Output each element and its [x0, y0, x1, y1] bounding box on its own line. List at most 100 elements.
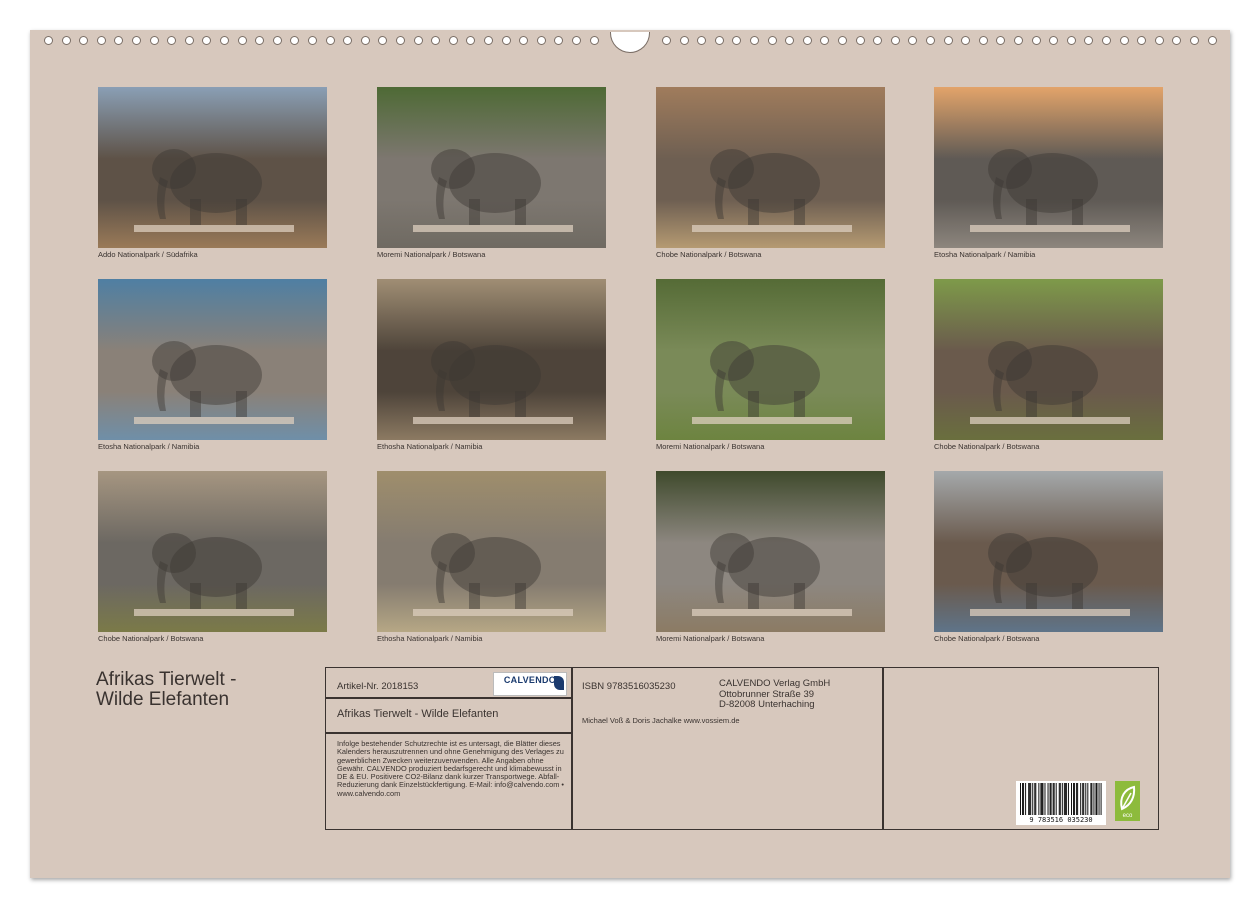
elephant-photo — [934, 471, 1163, 632]
photo-caption: Etosha Nationalpark / Namibia — [934, 250, 1036, 259]
barcode-bar — [1090, 783, 1092, 815]
photo-caption: Chobe Nationalpark / Botswana — [656, 250, 762, 259]
barcode-bar — [1077, 783, 1079, 815]
authors: Michael Voß & Doris Jachalke www.vossiem… — [582, 716, 740, 725]
binding-hole — [220, 36, 229, 45]
binding-hole — [1137, 36, 1147, 45]
elephant-photo — [656, 87, 885, 248]
calendar-sheet: Addo Nationalpark / Südafrika Moremi Nati… — [30, 30, 1230, 878]
barcode-bar — [1095, 783, 1097, 815]
elephant-photo — [377, 279, 606, 440]
barcode-bar — [1028, 783, 1030, 815]
barcode-bar — [1065, 783, 1067, 815]
barcode-bar — [1032, 783, 1034, 815]
binding-hole — [149, 36, 159, 45]
binding-hole — [79, 36, 89, 45]
watermark-strip — [692, 417, 852, 424]
barcode-bar — [1042, 783, 1044, 815]
elephant-silhouette-icon — [152, 533, 262, 609]
barcode-bar — [1059, 783, 1061, 815]
binding-hole — [1049, 36, 1059, 45]
binding-hole — [908, 36, 918, 45]
binding-hole — [202, 36, 212, 45]
barcode: 9 783516 035230 — [1016, 781, 1106, 825]
product-title: Afrikas Tierwelt - Wilde Elefanten — [337, 708, 499, 720]
elephant-photo — [98, 471, 327, 632]
barcode-bar — [1093, 783, 1095, 815]
barcode-bar — [1087, 783, 1089, 815]
binding-hole — [466, 36, 476, 45]
photo-caption: Moremi Nationalpark / Botswana — [656, 442, 765, 451]
photo-caption: Addo Nationalpark / Südafrika — [98, 250, 198, 259]
binding-hole — [714, 36, 724, 45]
watermark-strip — [692, 609, 852, 616]
elephant-silhouette-icon — [431, 533, 541, 609]
watermark-strip — [970, 225, 1130, 232]
binding-hole — [325, 36, 335, 45]
barcode-bar — [1029, 783, 1031, 815]
binding-hole — [1190, 36, 1199, 45]
elephant-photo — [934, 87, 1163, 248]
binding-hole — [96, 36, 106, 45]
binding-hole — [431, 36, 441, 45]
elephant-photo — [98, 87, 327, 248]
binding-hole — [1031, 36, 1041, 45]
watermark-strip — [413, 225, 573, 232]
isbn: ISBN 9783516035230 — [582, 681, 676, 692]
barcode-bar — [1083, 783, 1085, 815]
divider-h2 — [326, 732, 572, 734]
barcode-bar — [1073, 783, 1075, 815]
binding-hole — [484, 36, 493, 45]
binding-hole — [519, 36, 529, 45]
barcode-bar — [1050, 783, 1052, 815]
watermark-strip — [413, 609, 573, 616]
binding-hole — [785, 36, 795, 45]
watermark-strip — [970, 417, 1130, 424]
binding-hole — [132, 36, 141, 45]
watermark-strip — [970, 609, 1130, 616]
binding-hole — [114, 36, 124, 45]
title-line-2: Wilde Elefanten — [96, 689, 230, 710]
elephant-photo — [377, 87, 606, 248]
watermark-strip — [134, 417, 294, 424]
barcode-bar — [1052, 783, 1054, 815]
eco-label: eco — [1122, 813, 1133, 819]
barcode-bar — [1035, 783, 1037, 815]
barcode-bar — [1082, 783, 1084, 815]
elephant-silhouette-icon — [431, 341, 541, 417]
binding-hole — [554, 36, 564, 45]
binding-hole — [943, 36, 953, 45]
binding-hole — [1154, 36, 1164, 45]
barcode-bar — [1063, 783, 1065, 815]
elephant-photo — [934, 279, 1163, 440]
barcode-bar — [1038, 783, 1040, 815]
barcode-bar — [1053, 783, 1055, 815]
binding-hole — [589, 36, 599, 45]
barcode-bar — [1096, 783, 1098, 815]
binding-hole — [290, 36, 300, 45]
elephant-silhouette-icon — [710, 149, 820, 225]
elephant-silhouette-icon — [152, 341, 262, 417]
elephant-silhouette-icon — [988, 341, 1098, 417]
barcode-bar — [1100, 783, 1102, 815]
watermark-strip — [134, 609, 294, 616]
binding-hole — [536, 36, 546, 45]
barcode-bar — [1058, 783, 1060, 815]
binding-hole — [237, 36, 247, 45]
binding-hole — [662, 36, 671, 45]
publisher-address: CALVENDO Verlag GmbH Ottobrunner Straße … — [719, 678, 831, 711]
barcode-bar — [1074, 783, 1076, 815]
binding-hole — [820, 36, 830, 45]
binding-hole — [44, 36, 53, 45]
elephant-silhouette-icon — [152, 149, 262, 225]
binding-hole — [360, 36, 370, 45]
barcode-bar — [1023, 783, 1025, 815]
publisher-name: CALVENDO Verlag GmbH — [719, 678, 831, 689]
barcode-bars — [1020, 783, 1102, 815]
photo-caption: Ethosha Nationalpark / Namibia — [377, 634, 483, 643]
binding-hole — [255, 36, 265, 45]
barcode-bar — [1020, 783, 1021, 815]
barcode-bar — [1044, 783, 1046, 815]
binding-hole — [184, 36, 194, 45]
binding-hole — [572, 36, 581, 45]
